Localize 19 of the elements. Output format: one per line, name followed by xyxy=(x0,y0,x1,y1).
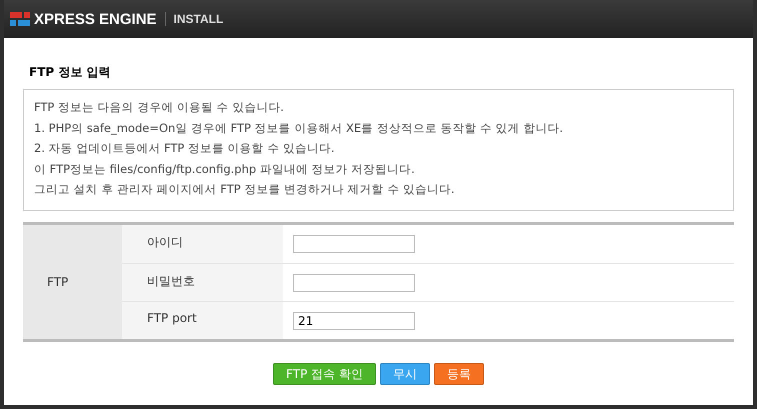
info-text: 1. PHP의 safe_mode=On일 경우에 FTP 정보를 이용해서 XE를 정상적으로 동작할 수 있게 합니다. xyxy=(34,120,564,137)
info-text: 그리고 설치 후 관리자 페이지에서 FTP 정보를 변경하거나 제거할 수 있습니다. xyxy=(34,181,456,198)
field-label: 비밀번호 xyxy=(122,263,283,301)
field-label: FTP port xyxy=(122,301,283,339)
action-button[interactable]: FTP 접속 확인 xyxy=(273,363,376,385)
input-field[interactable]: 21 xyxy=(293,312,415,330)
input-field[interactable] xyxy=(293,274,415,292)
section-title: FTP 정보 입력 xyxy=(29,64,112,81)
input-field[interactable] xyxy=(293,235,415,253)
field-label: 아이디 xyxy=(122,225,283,263)
logo-text: XPRESS ENGINE xyxy=(34,10,157,28)
action-button[interactable]: 등록 xyxy=(434,363,484,385)
info-text: FTP 정보는 다음의 경우에 이용될 수 있습니다. xyxy=(34,99,285,116)
group-label: FTP xyxy=(23,225,122,339)
action-button[interactable]: 무시 xyxy=(380,363,430,385)
info-text: 2. 자동 업데이트등에서 FTP 정보를 이용할 수 있습니다. xyxy=(34,140,336,157)
logo-icon xyxy=(10,12,30,26)
info-text: 이 FTP정보는 files/config/ftp.config.php 파일내에 정보가 저장됩니다. xyxy=(34,160,416,178)
header-subtitle: INSTALL xyxy=(174,12,224,26)
